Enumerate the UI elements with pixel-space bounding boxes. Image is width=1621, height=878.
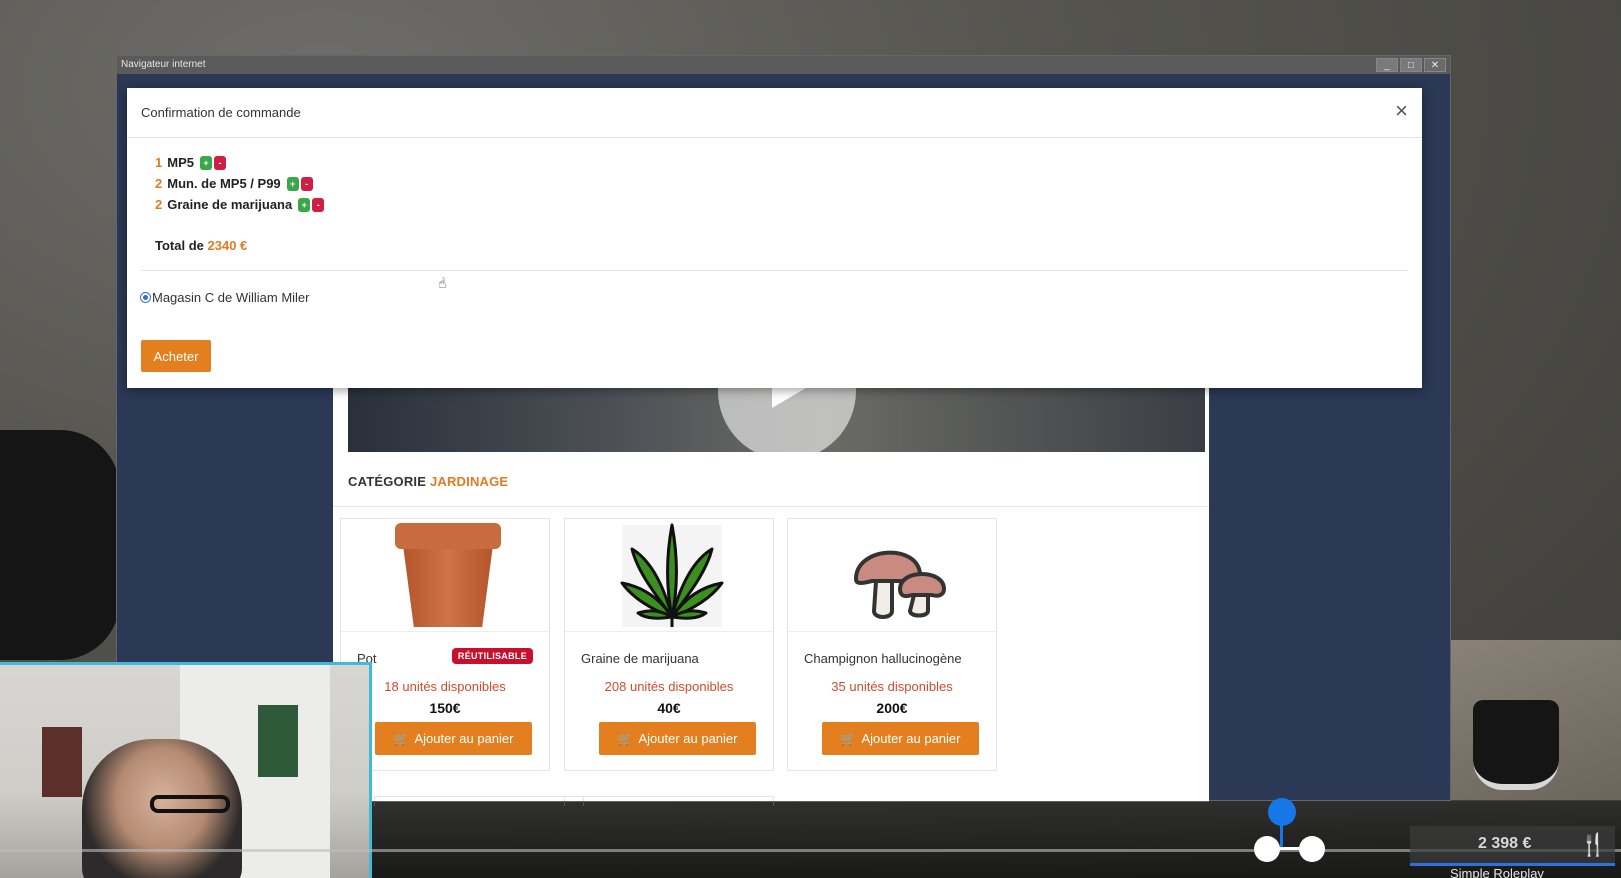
product-card: Champignon hallucinogène 35 unités dispo… <box>787 518 997 771</box>
maximize-button[interactable]: □ <box>1400 58 1422 72</box>
map-node-link <box>1278 847 1300 850</box>
total-prefix: Total de <box>155 238 204 253</box>
decrease-qty-button[interactable]: - <box>312 197 325 212</box>
store-radio[interactable] <box>140 292 151 303</box>
add-to-cart-button[interactable]: 🛒 Ajouter au panier <box>599 722 756 755</box>
add-to-cart-button[interactable]: 🛒 Ajouter au panier <box>822 722 979 755</box>
modal-title: Confirmation de commande <box>141 105 301 120</box>
server-name: Simple Roleplay <box>1450 866 1544 878</box>
browser-title: Navigateur internet <box>121 59 206 70</box>
map-node-link <box>1280 822 1283 848</box>
minimize-button[interactable]: _ <box>1376 58 1398 72</box>
cart-icon: 🛒 <box>840 731 856 746</box>
increase-qty-button[interactable]: + <box>298 197 311 212</box>
mushroom-icon <box>854 550 946 619</box>
cart-icon: 🛒 <box>393 731 409 746</box>
add-to-cart-label: Ajouter au panier <box>414 731 514 746</box>
product-stock: 208 unités disponibles <box>604 679 734 694</box>
glasses-icon <box>150 795 230 813</box>
product-price: 150€ <box>429 700 461 716</box>
order-confirmation-modal: Confirmation de commande × 1 MP5 + - 2 M… <box>127 88 1422 388</box>
order-item: 2 Mun. de MP5 / P99 + - <box>155 173 324 194</box>
cart-icon: 🛒 <box>617 731 633 746</box>
product-price: 40€ <box>657 700 681 716</box>
decrease-qty-button[interactable]: - <box>213 155 226 170</box>
money-panel: 2 398 € 🍴 <box>1410 826 1615 866</box>
order-qty: 2 <box>155 175 163 191</box>
flower-pot-icon <box>395 523 501 627</box>
increase-qty-button[interactable]: + <box>199 155 212 170</box>
store-option[interactable]: Magasin C de William Miler <box>140 290 309 305</box>
map-node-icon <box>1299 836 1325 862</box>
order-qty: 2 <box>155 196 163 212</box>
product-stock: 35 unités disponibles <box>831 679 953 694</box>
add-to-cart-label: Ajouter au panier <box>861 731 961 746</box>
pointer-cursor-icon: ☝ <box>436 274 448 292</box>
webcam-overlay <box>0 662 372 878</box>
add-to-cart-button[interactable]: 🛒 Ajouter au panier <box>375 722 532 755</box>
total-value: 2340 € <box>207 238 248 253</box>
category-prefix: CATÉGORIE <box>348 474 427 489</box>
product-name: Graine de marijuana <box>581 651 699 666</box>
store-option-label: Magasin C de William Miler <box>152 290 310 305</box>
poster-image <box>258 705 298 777</box>
product-card: Graine de marijuana 208 unités disponibl… <box>564 518 774 771</box>
product-name: Champignon hallucinogène <box>804 651 962 666</box>
pencil-cup-icon <box>1473 700 1559 790</box>
order-item-name: Mun. de MP5 / P99 <box>167 175 281 191</box>
modal-header: Confirmation de commande × <box>127 88 1422 138</box>
order-item: 1 MP5 + - <box>155 152 324 173</box>
decrease-qty-button[interactable]: - <box>300 176 313 191</box>
browser-titlebar: Navigateur internet _ □ ✕ <box>117 56 1450 74</box>
cannabis-leaf-icon <box>620 523 724 627</box>
order-qty: 1 <box>155 154 163 170</box>
order-item: 2 Graine de marijuana + - <box>155 194 325 215</box>
order-item-name: Graine de marijuana <box>167 196 293 212</box>
hud-line <box>0 849 1621 852</box>
background-dark-object <box>0 430 120 660</box>
product-stock: 18 unités disponibles <box>384 679 506 694</box>
map-node-icon <box>1254 836 1280 862</box>
product-image <box>341 519 549 632</box>
category-name: JARDINAGE <box>429 474 509 489</box>
close-icon[interactable]: × <box>1395 98 1408 124</box>
product-image <box>788 519 996 632</box>
increase-qty-button[interactable]: + <box>286 176 299 191</box>
reusable-badge: RÉUTILISABLE <box>451 648 533 664</box>
category-header: CATÉGORIE JARDINAGE <box>348 474 508 489</box>
buy-button[interactable]: Acheter <box>141 340 211 372</box>
divider <box>141 270 1408 271</box>
add-to-cart-label: Ajouter au panier <box>638 731 738 746</box>
order-list: 1 MP5 + - 2 Mun. de MP5 / P99 + - 2 Grai… <box>155 152 325 215</box>
close-window-button[interactable]: ✕ <box>1424 58 1446 72</box>
fork-knife-icon: 🍴 <box>1579 832 1607 857</box>
order-item-name: MP5 <box>167 154 194 170</box>
poster-image <box>42 727 82 797</box>
product-price: 200€ <box>876 700 908 716</box>
shop-page: CATÉGORIE JARDINAGE Pot RÉUTILISABLE 18 … <box>333 356 1209 806</box>
product-image <box>565 519 773 632</box>
order-total: Total de 2340 € <box>155 238 247 253</box>
money-value: 2 398 € <box>1478 835 1532 852</box>
divider <box>333 506 1209 507</box>
